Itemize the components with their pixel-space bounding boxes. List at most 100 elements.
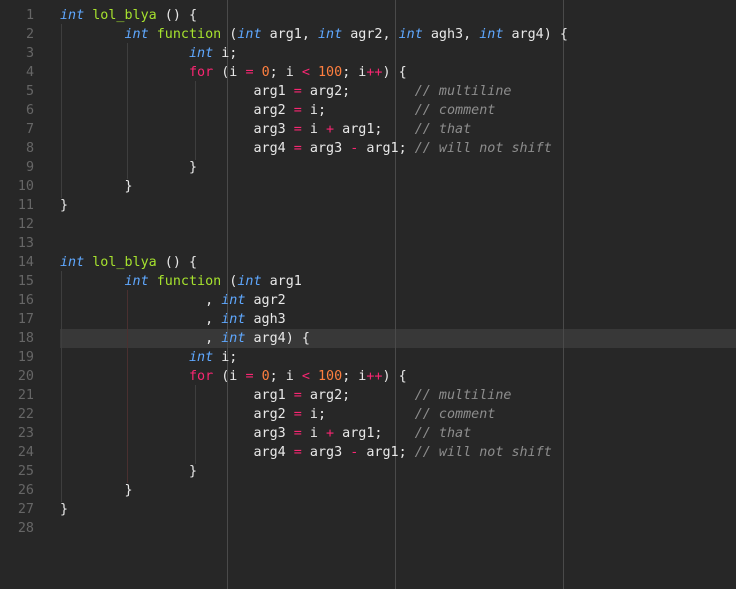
line-number: 8 bbox=[25, 141, 34, 156]
code-token: for bbox=[189, 369, 214, 384]
code-token: i; bbox=[301, 407, 415, 422]
code-editor[interactable]: 1 int lol_blya () {2 int function (int ar… bbox=[0, 0, 736, 589]
code-line[interactable]: 4 for (i = 0; i < 100; i++) { bbox=[0, 63, 736, 82]
code-line[interactable]: 16 , int agr2 bbox=[0, 291, 736, 310]
code-token: for bbox=[189, 65, 214, 80]
code-token: agr2 bbox=[245, 293, 286, 308]
code-line[interactable]: 13 bbox=[0, 234, 736, 253]
code-token: arg4 bbox=[60, 445, 294, 460]
code-token: arg2; bbox=[301, 388, 415, 403]
code-token: int bbox=[189, 350, 214, 365]
code-line[interactable]: 23 arg3 = i + arg1; // that bbox=[0, 424, 736, 443]
line-code: int function (int arg1, int agr2, int ag… bbox=[60, 25, 568, 44]
code-line[interactable]: 8 arg4 = arg3 - arg1; // will not shift bbox=[0, 139, 736, 158]
line-code: } bbox=[60, 481, 133, 500]
code-token: i; bbox=[213, 46, 238, 61]
code-token: i bbox=[301, 122, 327, 137]
code-token: arg4) { bbox=[503, 27, 568, 42]
code-line[interactable]: 27} bbox=[0, 500, 736, 519]
code-token: // multiline bbox=[414, 388, 512, 403]
code-line[interactable]: 20 for (i = 0; i < 100; i++) { bbox=[0, 367, 736, 386]
code-line[interactable]: 15 int function (int arg1 bbox=[0, 272, 736, 291]
code-token: // that bbox=[414, 426, 472, 441]
code-token: int bbox=[221, 312, 246, 327]
code-token: int bbox=[237, 27, 262, 42]
code-token: (i bbox=[213, 65, 246, 80]
line-code: , int agh3 bbox=[60, 310, 286, 329]
code-line[interactable]: 9 } bbox=[0, 158, 736, 177]
code-line[interactable]: 19 int i; bbox=[0, 348, 736, 367]
line-number: 14 bbox=[17, 255, 34, 270]
code-line[interactable]: 11} bbox=[0, 196, 736, 215]
code-line[interactable]: 18 , int arg4) { bbox=[0, 329, 736, 348]
code-token: lol_blya bbox=[92, 8, 157, 23]
line-number: 9 bbox=[25, 160, 34, 175]
code-line[interactable]: 26 } bbox=[0, 481, 736, 500]
code-line[interactable]: 22 arg2 = i; // comment bbox=[0, 405, 736, 424]
line-code: arg2 = i; // comment bbox=[60, 101, 495, 120]
line-code: int i; bbox=[60, 348, 237, 367]
code-token: (i bbox=[213, 369, 246, 384]
code-line[interactable]: 21 arg1 = arg2; // multiline bbox=[0, 386, 736, 405]
code-token: ; i bbox=[269, 369, 302, 384]
code-token: ; i bbox=[269, 65, 302, 80]
code-line[interactable]: 14 int lol_blya () { bbox=[0, 253, 736, 272]
code-token: // comment bbox=[414, 103, 496, 118]
code-token: arg1; bbox=[334, 426, 415, 441]
code-token: // will not shift bbox=[414, 445, 552, 460]
line-number: 6 bbox=[25, 103, 34, 118]
line-number: 10 bbox=[17, 179, 34, 194]
code-line[interactable]: 17 , int agh3 bbox=[0, 310, 736, 329]
code-line[interactable]: 2 int function (int arg1, int agr2, int … bbox=[0, 25, 736, 44]
code-token: arg4) { bbox=[245, 331, 310, 346]
code-token: ) { bbox=[382, 65, 407, 80]
code-token: , bbox=[60, 293, 222, 308]
code-token: ; i bbox=[342, 65, 367, 80]
code-line[interactable]: 1 int lol_blya () { bbox=[0, 6, 736, 25]
code-token: int bbox=[237, 274, 262, 289]
code-line[interactable]: 28 bbox=[0, 519, 736, 538]
code-line[interactable]: 10 } bbox=[0, 177, 736, 196]
code-token: , bbox=[60, 331, 222, 346]
code-line[interactable]: 3 int i; bbox=[0, 44, 736, 63]
code-token: i; bbox=[301, 103, 415, 118]
line-number: 20 bbox=[17, 369, 34, 384]
code-line[interactable]: 5 arg1 = arg2; // multiline bbox=[0, 82, 736, 101]
line-code: arg4 = arg3 - arg1; // will not shift bbox=[60, 443, 552, 462]
line-number: 4 bbox=[25, 65, 34, 80]
code-token: = bbox=[293, 103, 302, 118]
line-code: arg4 = arg3 - arg1; // will not shift bbox=[60, 139, 551, 158]
code-token: arg1; bbox=[358, 141, 415, 156]
line-code: int function (int arg1 bbox=[60, 272, 302, 291]
code-token: = bbox=[293, 141, 302, 156]
code-token: () { bbox=[156, 255, 198, 270]
code-token: 100 bbox=[318, 369, 343, 384]
code-token: arg2 bbox=[60, 103, 294, 118]
code-token: arg1 bbox=[261, 274, 302, 289]
code-token: = bbox=[245, 369, 254, 384]
code-token: < bbox=[301, 369, 310, 384]
code-token: } bbox=[60, 502, 69, 517]
code-token: agh3 bbox=[245, 312, 286, 327]
line-number: 28 bbox=[17, 521, 34, 536]
code-line[interactable]: 24 arg4 = arg3 - arg1; // will not shift bbox=[0, 443, 736, 462]
code-token: + bbox=[326, 426, 335, 441]
code-token: 100 bbox=[318, 65, 343, 80]
line-code: , int arg4) { bbox=[60, 329, 310, 348]
line-code: } bbox=[60, 177, 132, 196]
code-line[interactable]: 6 arg2 = i; // comment bbox=[0, 101, 736, 120]
code-token: ( bbox=[221, 27, 238, 42]
code-token: arg4 bbox=[60, 141, 294, 156]
code-token: } bbox=[60, 483, 133, 498]
line-code: int lol_blya () { bbox=[60, 6, 197, 25]
line-number: 1 bbox=[25, 8, 34, 23]
code-line[interactable]: 7 arg3 = i + arg1; // that bbox=[0, 120, 736, 139]
code-line[interactable]: 25 } bbox=[0, 462, 736, 481]
line-number: 3 bbox=[25, 46, 34, 61]
code-line[interactable]: 12 bbox=[0, 215, 736, 234]
